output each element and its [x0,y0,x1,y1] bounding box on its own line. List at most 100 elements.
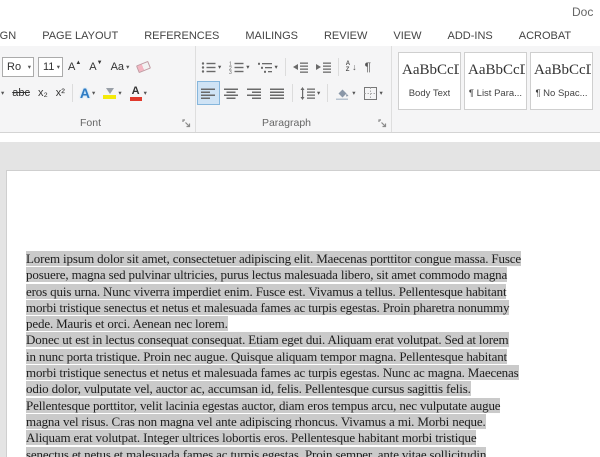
subscript-button[interactable]: x₂ [35,82,51,104]
style-label: ¶ No Spac... [535,88,587,99]
ribbon-tab-bar: DESIGNPAGE LAYOUTREFERENCESMAILINGSREVIE… [0,26,600,46]
style-item[interactable]: AaBbCcDd ¶ No Spac... [530,52,593,110]
ribbon-tab[interactable]: REFERENCES [131,30,232,42]
borders-button[interactable]: ▾ [361,82,386,104]
font-size-combobox[interactable]: 11 ▾ [38,57,63,77]
change-case-button[interactable]: Aa ▾ [108,56,133,78]
text-line[interactable]: Pellentesque porttitor, velit lacinia eg… [26,398,521,414]
grow-font-icon: A [68,61,75,73]
line-spacing-icon [300,87,315,100]
line-spacing-button[interactable]: ▾ [297,82,323,104]
ribbon-tab[interactable]: ADD-INS [435,30,506,42]
text-line[interactable]: magna vel risus. Cras non magna vel ante… [26,414,521,430]
align-left-button[interactable] [198,82,219,104]
ribbon-tab[interactable]: VIEW [380,30,434,42]
up-arrow-icon: ▲ [75,60,81,66]
style-preview: AaBbCcDd [532,62,591,79]
font-name-value: Ro [7,61,21,73]
ribbon-tab[interactable]: PAGE LAYOUT [29,30,131,42]
superscript-icon: x² [56,87,65,99]
dialog-launcher-icon [182,119,191,128]
text-line[interactable]: senectus et netus et malesuada fames ac … [26,447,521,457]
dropdown-arrow-icon: ▾ [118,89,121,97]
justify-icon [270,87,285,100]
underline-button[interactable]: U ▾ [0,82,7,104]
text-line[interactable]: eros quis urna. Nunc viverra imperdiet e… [26,284,521,300]
selected-text: morbi tristique senectus et netus et mal… [26,365,519,380]
styles-group: AaBbCcDd Body Text AaBbCcDd ¶ List Para.… [392,46,600,132]
align-center-button[interactable] [221,82,242,104]
dropdown-arrow-icon: ▾ [92,89,95,97]
sort-icon: AZ [346,61,350,73]
font-color-icon: A [130,86,142,101]
decrease-indent-button[interactable] [290,56,311,78]
separator [285,58,286,76]
pilcrow-icon: ¶ [365,60,371,74]
shrink-font-icon: A [89,61,96,73]
align-right-icon [247,87,262,100]
text-line[interactable]: Lorem ipsum dolor sit amet, consectetuer… [26,251,521,267]
document-text: Lorem ipsum dolor sit amet, consectetuer… [26,251,521,457]
svg-text:3: 3 [229,70,232,74]
shading-button[interactable]: ▾ [332,82,358,104]
strikethrough-button[interactable]: abc [9,82,33,104]
font-color-button[interactable]: A ▾ [127,82,150,104]
dropdown-arrow-icon: ▾ [144,89,147,97]
increase-indent-icon [316,61,331,74]
text-line[interactable]: posuere, magna sed pulvinar ultricies, p… [26,267,521,283]
sort-button[interactable]: AZ ↓ [343,56,360,78]
down-arrow-icon: ▼ [97,60,103,66]
style-item[interactable]: AaBbCcDd ¶ List Para... [464,52,527,110]
selected-text: senectus et netus et malesuada fames ac … [26,447,486,457]
text-effects-button[interactable]: A ▾ [77,82,98,104]
text-line[interactable]: Aliquam erat volutpat. Integer ultrices … [26,430,521,446]
text-line[interactable]: pede. Mauris et orci. Aenean nec lorem. [26,316,521,332]
selected-text: Aliquam erat volutpat. Integer ultrices … [26,430,476,445]
selected-text: odio dolor, vulputate vel, auctor ac, ac… [26,381,471,396]
text-highlight-color-button[interactable]: ▾ [100,82,124,104]
ribbon-tab[interactable]: MAILINGS [232,30,311,42]
style-label: ¶ List Para... [469,88,522,99]
justify-button[interactable] [267,82,288,104]
multilevel-list-button[interactable]: ▾ [255,56,281,78]
bullet-list-icon [201,61,216,74]
text-line[interactable]: morbi tristique senectus et netus et mal… [26,365,521,381]
shrink-font-button[interactable]: A ▼ [86,56,105,78]
dropdown-arrow-icon: ▾ [380,89,383,97]
selected-text: magna vel risus. Cras non magna vel ante… [26,414,486,429]
increase-indent-button[interactable] [313,56,334,78]
text-line[interactable]: morbi tristique senectus et netus et mal… [26,300,521,316]
clear-formatting-button[interactable] [134,56,153,78]
text-effects-icon: A [80,85,90,101]
text-line[interactable]: Donec ut est in lectus consequat consequ… [26,332,521,348]
ribbon-tab[interactable]: DESIGN [0,30,29,42]
grow-font-button[interactable]: A ▲ [65,56,84,78]
window-title: Doc [572,5,593,19]
text-line[interactable]: in nunc porta tristique. Proin nec augue… [26,349,521,365]
numbering-button[interactable]: 123 ▾ [226,56,252,78]
strikethrough-icon: abc [12,87,30,99]
bullets-button[interactable]: ▾ [198,56,224,78]
ribbon-tab[interactable]: ACROBAT [506,30,584,42]
font-dialog-launcher[interactable] [181,118,192,129]
paragraph-group: ▾ 123 ▾ ▾ AZ [196,46,392,132]
titlebar: Doc [0,0,600,26]
style-label: Body Text [409,88,451,99]
decrease-indent-icon [293,61,308,74]
ribbon-bottom-strip [0,134,600,142]
style-item[interactable]: AaBbCcDd Body Text [398,52,461,110]
separator [72,84,73,102]
document-area: Lorem ipsum dolor sit amet, consectetuer… [0,142,600,457]
font-name-combobox[interactable]: Ro ▾ [2,57,34,77]
subscript-icon: x₂ [38,87,48,99]
show-hide-formatting-button[interactable]: ¶ [362,56,374,78]
paragraph-dialog-launcher[interactable] [377,118,388,129]
text-line[interactable]: odio dolor, vulputate vel, auctor ac, ac… [26,381,521,397]
change-case-icon: Aa [111,61,124,73]
ribbon-tab[interactable]: REVIEW [311,30,380,42]
superscript-button[interactable]: x² [53,82,68,104]
dropdown-arrow-icon: ▾ [317,89,320,97]
dialog-launcher-icon [378,119,387,128]
page[interactable]: Lorem ipsum dolor sit amet, consectetuer… [6,170,600,457]
align-right-button[interactable] [244,82,265,104]
